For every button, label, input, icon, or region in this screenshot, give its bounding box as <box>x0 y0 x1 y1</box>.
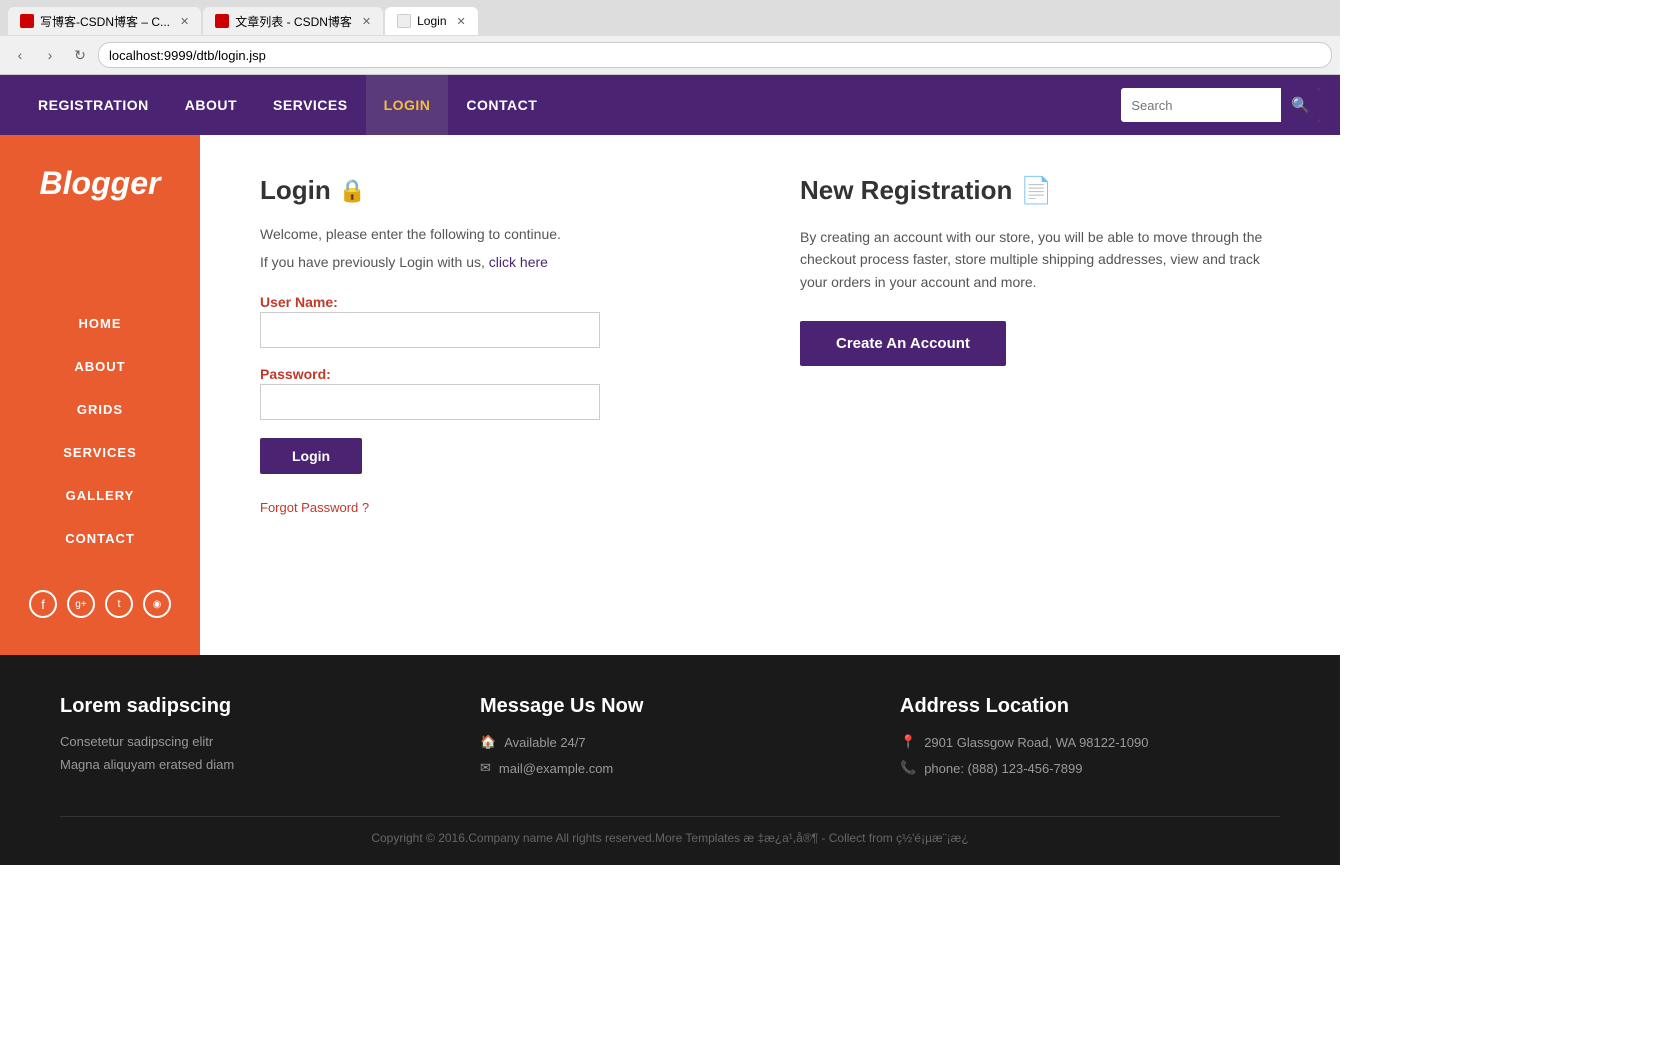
phone-icon: 📞 <box>900 760 916 776</box>
tab-label-login: Login <box>417 14 446 28</box>
sidebar-item-contact[interactable]: CONTACT <box>0 517 200 560</box>
tab-close-csdn2[interactable]: ✕ <box>362 15 371 28</box>
welcome-text: Welcome, please enter the following to c… <box>260 226 740 242</box>
twitter-icon[interactable]: t <box>105 590 133 618</box>
tab-favicon-login <box>397 14 411 28</box>
sidebar-item-home[interactable]: HOME <box>0 302 200 345</box>
location-icon: 📍 <box>900 734 916 750</box>
footer-col2: Message Us Now 🏠 Available 24/7 ✉ mail@e… <box>480 695 860 786</box>
username-label: User Name: <box>260 294 338 310</box>
content-area: Login 🔒 Welcome, please enter the follow… <box>200 135 1340 655</box>
tab-bar: 写博客-CSDN博客 – C... ✕ 文章列表 - CSDN博客 ✕ Logi… <box>0 0 1340 36</box>
sidebar-nav: HOME ABOUT GRIDS SERVICES GALLERY CONTAC… <box>0 302 200 560</box>
sidebar-logo: Blogger <box>40 155 161 212</box>
footer-col2-title: Message Us Now <box>480 695 860 718</box>
search-input[interactable] <box>1121 94 1281 117</box>
doc-icon: 📄 <box>1020 175 1052 206</box>
forgot-password-link[interactable]: Forgot Password ? <box>260 500 740 515</box>
content-inner: Login 🔒 Welcome, please enter the follow… <box>260 175 1280 515</box>
main-layout: Blogger HOME ABOUT GRIDS SERVICES GALLER… <box>0 135 1340 655</box>
sidebar-item-grids[interactable]: GRIDS <box>0 388 200 431</box>
social-icons: f g+ t ◉ <box>29 590 171 618</box>
sidebar-item-about[interactable]: ABOUT <box>0 345 200 388</box>
footer-col1-item1: Consetetur sadipscing elitr <box>60 734 440 749</box>
home-icon: 🏠 <box>480 734 496 750</box>
tab-favicon-csdn2 <box>215 14 229 28</box>
footer-col2-item2-text: mail@example.com <box>499 761 613 776</box>
sidebar-item-gallery[interactable]: GALLERY <box>0 474 200 517</box>
email-icon: ✉ <box>480 760 491 776</box>
sidebar: Blogger HOME ABOUT GRIDS SERVICES GALLER… <box>0 135 200 655</box>
tab-label-csdn1: 写博客-CSDN博客 – C... <box>40 13 170 30</box>
copyright-text: Copyright © 2016.Company name All rights… <box>371 831 968 845</box>
tab-label-csdn2: 文章列表 - CSDN博客 <box>235 13 352 30</box>
top-nav: REGISTRATION ABOUT SERVICES LOGIN CONTAC… <box>0 75 1340 135</box>
click-here-link[interactable]: click here <box>489 254 548 270</box>
forward-button[interactable]: › <box>38 43 62 67</box>
footer-col3-item2-text: phone: (888) 123-456-7899 <box>924 761 1082 776</box>
address-bar: ‹ › ↻ <box>0 36 1340 74</box>
footer-grid: Lorem sadipscing Consetetur sadipscing e… <box>60 695 1280 786</box>
create-account-button[interactable]: Create An Account <box>800 321 1006 366</box>
tab-csdn1[interactable]: 写博客-CSDN博客 – C... ✕ <box>8 7 201 35</box>
sidebar-item-services[interactable]: SERVICES <box>0 431 200 474</box>
reload-button[interactable]: ↻ <box>68 43 92 67</box>
search-button[interactable]: 🔍 <box>1281 88 1320 122</box>
password-input[interactable] <box>260 384 600 420</box>
instagram-icon[interactable]: ◉ <box>143 590 171 618</box>
footer-col1-title: Lorem sadipscing <box>60 695 440 718</box>
tab-csdn2[interactable]: 文章列表 - CSDN博客 ✕ <box>203 7 383 35</box>
back-button[interactable]: ‹ <box>8 43 32 67</box>
googleplus-icon[interactable]: g+ <box>67 590 95 618</box>
footer-col3: Address Location 📍 2901 Glassgow Road, W… <box>900 695 1280 786</box>
browser-chrome: 写博客-CSDN博客 – C... ✕ 文章列表 - CSDN博客 ✕ Logi… <box>0 0 1340 75</box>
footer-col3-item2: 📞 phone: (888) 123-456-7899 <box>900 760 1280 776</box>
footer-col3-title: Address Location <box>900 695 1280 718</box>
footer: Lorem sadipscing Consetetur sadipscing e… <box>0 655 1340 865</box>
footer-col1: Lorem sadipscing Consetetur sadipscing e… <box>60 695 440 786</box>
nav-about[interactable]: ABOUT <box>167 75 255 135</box>
footer-col2-item1-text: Available 24/7 <box>504 735 585 750</box>
address-input[interactable] <box>98 42 1332 68</box>
nav-login[interactable]: LOGIN <box>366 75 449 135</box>
nav-contact[interactable]: CONTACT <box>448 75 555 135</box>
password-label: Password: <box>260 366 331 382</box>
footer-col3-item1: 📍 2901 Glassgow Road, WA 98122-1090 <box>900 734 1280 750</box>
lock-icon: 🔒 <box>339 178 366 204</box>
nav-registration[interactable]: REGISTRATION <box>20 75 167 135</box>
footer-col2-item1: 🏠 Available 24/7 <box>480 734 860 750</box>
username-input[interactable] <box>260 312 600 348</box>
click-here-text: If you have previously Login with us, cl… <box>260 254 740 270</box>
tab-favicon-csdn1 <box>20 14 34 28</box>
tab-login[interactable]: Login ✕ <box>385 7 478 35</box>
facebook-icon[interactable]: f <box>29 590 57 618</box>
registration-description: By creating an account with our store, y… <box>800 226 1280 293</box>
footer-bottom: Copyright © 2016.Company name All rights… <box>60 816 1280 845</box>
footer-col3-item1-text: 2901 Glassgow Road, WA 98122-1090 <box>924 735 1148 750</box>
login-section: Login 🔒 Welcome, please enter the follow… <box>260 175 740 515</box>
login-button[interactable]: Login <box>260 438 362 474</box>
footer-col2-item2: ✉ mail@example.com <box>480 760 860 776</box>
nav-services[interactable]: SERVICES <box>255 75 366 135</box>
registration-title: New Registration 📄 <box>800 175 1280 206</box>
search-box: 🔍 <box>1121 88 1320 122</box>
login-title: Login 🔒 <box>260 175 740 206</box>
tab-close-csdn1[interactable]: ✕ <box>180 15 189 28</box>
registration-section: New Registration 📄 By creating an accoun… <box>800 175 1280 515</box>
tab-close-login[interactable]: ✕ <box>457 15 466 28</box>
footer-col1-item2: Magna aliquyam eratsed diam <box>60 757 440 772</box>
